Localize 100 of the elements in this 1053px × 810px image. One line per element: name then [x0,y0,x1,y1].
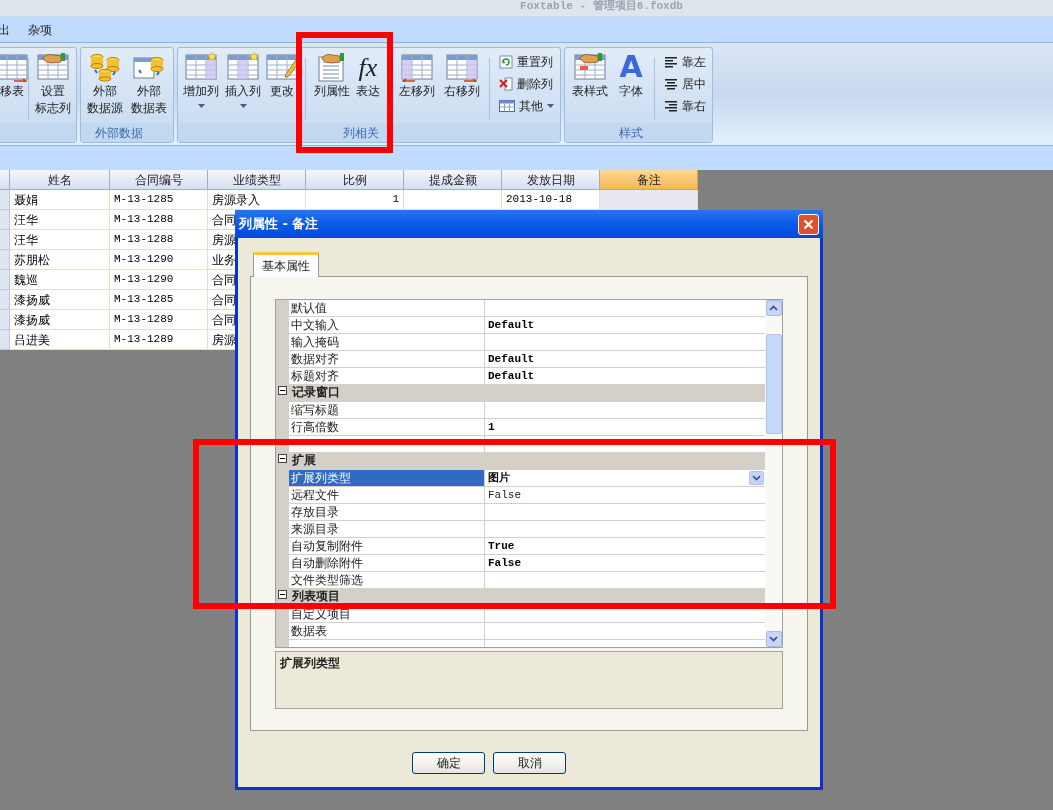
property-category[interactable]: 记录窗口 [276,385,765,402]
ribbon-small-button[interactable]: 其他 [497,96,556,116]
property-name[interactable]: 自动删除附件 [289,555,485,572]
property-name[interactable]: 输入掩码 [289,334,485,351]
tab[interactable]: 基本属性 [253,252,319,277]
ribbon-button[interactable]: 列属性 [311,48,353,100]
dialog-button[interactable]: 取消 [493,752,566,774]
property-name[interactable]: 中文输入 [289,317,485,334]
property-value[interactable]: Default [488,350,535,368]
category-label: 记录窗口 [292,386,340,399]
column-header[interactable]: 发放日期 [502,170,600,190]
dialog-button[interactable]: 确定 [412,752,485,774]
table-pencil-icon [266,52,298,82]
property-name[interactable]: 存放目录 [289,504,485,521]
ribbon-small-button[interactable]: 重置列 [497,52,556,72]
table-icon [499,99,515,113]
refresh-icon [499,55,513,69]
ribbon-small-button[interactable]: 删除列 [497,74,556,94]
property-name[interactable]: 远程文件 [289,487,485,504]
row-header[interactable] [0,270,10,290]
collapse-icon [278,590,287,599]
property-value[interactable]: False [488,554,521,572]
scroll-down-button[interactable] [765,631,782,647]
ribbon-small-button[interactable]: 靠右 [662,96,708,116]
row-header[interactable] [0,190,10,210]
ribbon-button[interactable]: fx 表达 [353,48,383,100]
ribbon-button[interactable]: 插入列 [222,48,264,108]
row-header[interactable] [0,250,10,270]
property-value[interactable]: 1 [488,418,495,436]
chevron-down-icon [769,636,778,642]
property-description: 扩展列类型 [280,656,340,670]
chevron-up-icon [769,305,778,311]
menu-item[interactable]: 杂项 [28,20,52,39]
table-cell: M-13-1289 [110,310,208,330]
collapse-icon [278,386,287,395]
ribbon-small-button[interactable]: 居中 [662,74,708,94]
property-name[interactable]: 自定义项目 [289,606,485,623]
table-arrow-icon [0,52,28,82]
property-value[interactable]: True [488,537,515,555]
ribbon-button[interactable]: 外部 数据源 [83,48,127,117]
property-value[interactable]: False [488,486,521,504]
align-left-icon [664,56,678,68]
align-right-icon [664,100,678,112]
column-header[interactable]: 合同编号 [110,170,208,190]
ribbon-small-button[interactable]: 靠左 [662,52,708,72]
table-cell: 漆扬威 [10,310,110,330]
group-label: 列相关 [343,124,379,142]
collapse-icon [278,454,287,463]
table-style-icon [574,52,606,82]
ribbon-button[interactable]: 增加列 [180,48,222,108]
property-name[interactable]: 行高倍数 [289,419,485,436]
property-name[interactable]: 缩写标题 [289,402,485,419]
close-button[interactable] [798,213,819,235]
ribbon-button[interactable]: 移表 [0,48,25,100]
table-cell: 1 [306,190,404,210]
property-category[interactable]: 扩展 [276,453,765,470]
scroll-up-button[interactable] [765,300,782,316]
row-header[interactable] [0,290,10,310]
property-name[interactable]: 数据表 [289,623,485,640]
scroll-thumb[interactable] [765,334,782,434]
property-name[interactable]: 数据对齐 [289,351,485,368]
table-cell: 2013-10-18 [502,190,600,210]
column-header[interactable]: 姓名 [10,170,110,190]
ribbon-button[interactable]: 设置 标志列 [32,48,74,117]
table-cell: 苏朋松 [10,250,110,270]
property-name[interactable]: 自动复制附件 [289,538,485,555]
ribbon-button[interactable]: 外部 数据表 [127,48,171,117]
table-cell: M-13-1285 [110,190,208,210]
property-name[interactable]: 来源目录 [289,521,485,538]
row-header[interactable] [0,310,10,330]
ribbon-button[interactable]: 右移列 [440,48,484,100]
window-title: Foxtable - 管理项目6.foxdb [520,0,683,12]
property-value[interactable]: Default [488,367,535,385]
ribbon-button[interactable]: A 字体 [613,48,649,100]
property-value[interactable]: 图片 [488,469,510,487]
property-name[interactable]: 默认值 [289,300,485,317]
ribbon-button[interactable]: 更改 [264,48,300,100]
column-header[interactable]: 比例 [306,170,404,190]
row-header[interactable] [0,210,10,230]
table-cell: 漆扬威 [10,290,110,310]
property-name[interactable]: 扩展列类型 [289,470,485,487]
row-header[interactable] [0,330,10,350]
table-add-column-icon [185,52,217,82]
table-cell: M-13-1288 [110,210,208,230]
ribbon-button[interactable]: 左移列 [394,48,440,100]
table-cell: 魏巡 [10,270,110,290]
ribbon-button[interactable]: 表样式 [567,48,613,100]
dropdown-button[interactable] [749,471,764,485]
caret-icon [547,104,554,108]
table-cell: 房源录入 [208,190,306,210]
column-header[interactable]: 业绩类型 [208,170,306,190]
database-icon [89,52,121,82]
table-move-left-icon [401,52,433,82]
row-header[interactable] [0,230,10,250]
column-header[interactable]: 备注 [600,170,698,190]
table-cell: 汪华 [10,230,110,250]
caret-icon [197,104,205,108]
column-header[interactable]: 提成金额 [404,170,502,190]
scrollbar[interactable] [765,300,782,647]
property-value[interactable]: Default [488,316,535,334]
